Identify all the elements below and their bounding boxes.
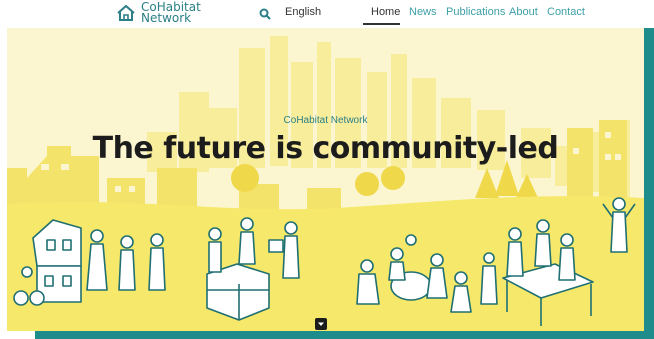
hero-title: The future is community-led	[92, 131, 559, 166]
logo-text: CoHabitat Network	[141, 1, 201, 25]
language-selector[interactable]: English	[285, 6, 321, 18]
hero-subtitle: CoHabitat Network	[283, 115, 368, 126]
nav-about[interactable]: About	[509, 6, 538, 18]
search-icon[interactable]	[259, 8, 271, 20]
decorative-frame-right	[644, 28, 654, 339]
chevron-down-icon	[318, 322, 324, 326]
hero-banner: CoHabitat Network The future is communit…	[7, 28, 644, 331]
nav-news[interactable]: News	[409, 6, 437, 18]
nav-home[interactable]: Home	[371, 6, 400, 18]
community-illustration	[7, 36, 644, 331]
decorative-frame-bottom	[35, 331, 654, 339]
site-logo[interactable]: CoHabitat Network	[116, 0, 201, 26]
nav-publications[interactable]: Publications	[446, 6, 505, 18]
logo-line-2: Network	[141, 11, 192, 25]
house-logo-icon	[117, 5, 135, 21]
scroll-down-button[interactable]	[315, 318, 327, 330]
nav-contact[interactable]: Contact	[547, 6, 585, 18]
active-nav-indicator	[363, 23, 400, 25]
top-navigation-bar: CoHabitat Network English Home News Publ…	[0, 0, 654, 28]
